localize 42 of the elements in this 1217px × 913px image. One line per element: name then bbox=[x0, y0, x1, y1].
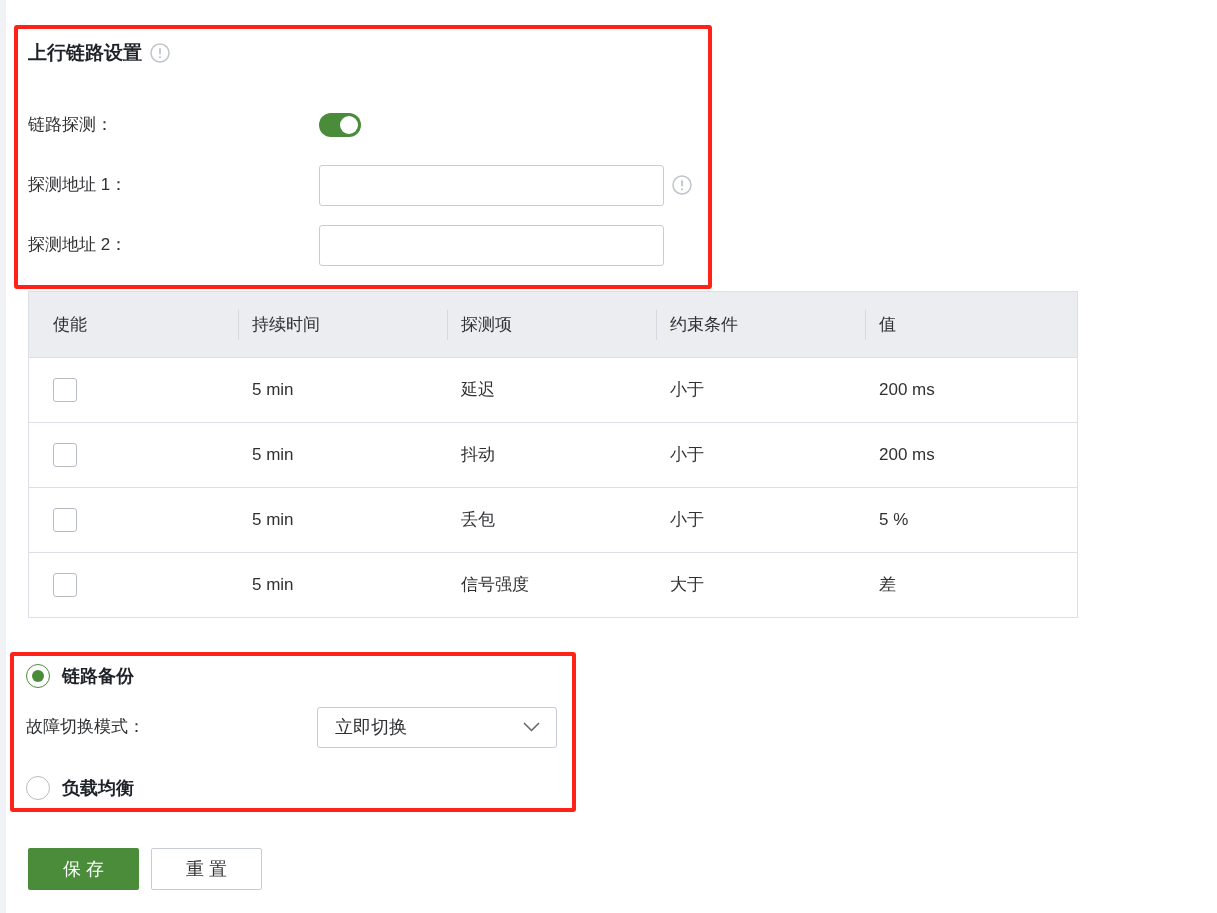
table-cell: 延迟 bbox=[461, 380, 495, 400]
checkbox[interactable] bbox=[53, 508, 77, 532]
column-header: 约束条件 bbox=[669, 313, 738, 336]
table-cell: 小于 bbox=[670, 445, 704, 465]
table-cell: 大于 bbox=[670, 575, 704, 595]
radio-button[interactable] bbox=[26, 664, 50, 688]
input-field[interactable] bbox=[319, 224, 664, 266]
field-label: 探测地址 1： bbox=[28, 174, 129, 197]
radio-label: 链路备份 bbox=[62, 664, 134, 688]
table-cell: 5 min bbox=[252, 575, 294, 595]
table-cell: 200 ms bbox=[879, 380, 935, 400]
table-cell: 丢包 bbox=[461, 510, 495, 530]
field-label: 探测地址 2： bbox=[28, 234, 129, 257]
input-field[interactable] bbox=[319, 164, 664, 206]
info-icon bbox=[150, 43, 170, 63]
column-header: 使能 bbox=[52, 313, 87, 336]
reset-button[interactable]: 重 置 bbox=[151, 848, 262, 890]
column-header: 探测项 bbox=[460, 313, 512, 336]
table-cell: 抖动 bbox=[461, 445, 495, 465]
column-header: 值 bbox=[878, 313, 896, 336]
checkbox[interactable] bbox=[53, 378, 77, 402]
table-cell: 200 ms bbox=[879, 445, 935, 465]
toggle-switch[interactable] bbox=[319, 113, 361, 137]
table-cell: 信号强度 bbox=[461, 575, 529, 595]
table-cell: 小于 bbox=[670, 380, 704, 400]
table-cell: 5 % bbox=[879, 510, 909, 530]
table-cell: 5 min bbox=[252, 445, 294, 465]
table-cell: 差 bbox=[879, 575, 896, 595]
checkbox[interactable] bbox=[53, 443, 77, 467]
radio-label: 负载均衡 bbox=[62, 776, 134, 800]
section-title: 上行链路设置 bbox=[28, 40, 142, 65]
table-cell: 5 min bbox=[252, 510, 294, 530]
table-cell: 5 min bbox=[252, 380, 294, 400]
field-label: 链路探测： bbox=[28, 114, 114, 137]
dropdown-select[interactable]: 立即切换 bbox=[317, 706, 557, 748]
radio-button[interactable] bbox=[26, 776, 50, 800]
save-button[interactable]: 保 存 bbox=[28, 848, 139, 890]
table-cell: 小于 bbox=[670, 510, 704, 530]
field-label: 故障切换模式： bbox=[26, 716, 146, 739]
checkbox[interactable] bbox=[53, 573, 77, 597]
chevron-down-icon bbox=[523, 722, 540, 732]
column-header: 持续时间 bbox=[251, 313, 320, 336]
